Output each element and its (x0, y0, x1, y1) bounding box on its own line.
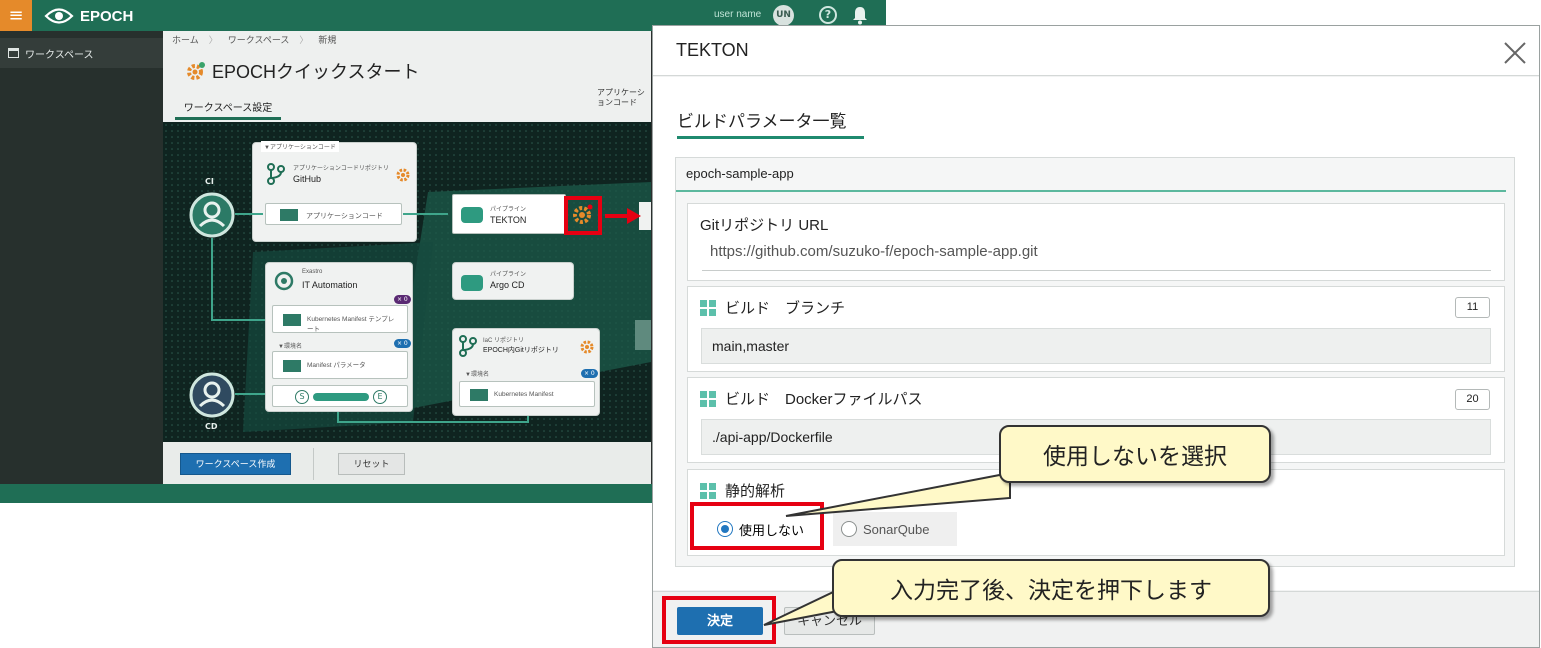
k8s-template-label: Kubernetes Manifest テンプレート (307, 316, 395, 333)
epoch-logo: EPOCH (44, 5, 133, 27)
end-marker: E (373, 390, 387, 404)
eye-logo-icon (44, 8, 74, 24)
drag-handle-icon[interactable] (700, 299, 716, 316)
build-branch-label: ビルド ブランチ (700, 297, 845, 318)
gear-icon[interactable] (579, 339, 595, 355)
close-icon[interactable] (1501, 39, 1529, 67)
pipeline-bar (313, 393, 369, 401)
tab-workspace-settings[interactable]: ワークスペース設定 (175, 95, 281, 120)
build-branch-input[interactable]: main,master (701, 328, 1491, 364)
gear-icon (187, 62, 205, 80)
argo-small-label: パイプライン (490, 272, 527, 278)
env-label: ▼環境名 (465, 372, 489, 378)
char-count-badge: 11 (1455, 297, 1490, 318)
breadcrumb-new: 新規 (318, 35, 337, 45)
status-badge: × 0 (394, 295, 411, 304)
build-branch-label-text: ビルド ブランチ (725, 300, 846, 317)
gear-icon[interactable] (569, 202, 595, 228)
tekton-pipeline-node[interactable]: パイプライン TEKTON (452, 194, 566, 234)
git-url-label-text: Gitリポジトリ URL (700, 217, 829, 234)
argo-cd-node[interactable]: パイプライン Argo CD (452, 262, 574, 300)
reset-button[interactable]: リセット (338, 453, 405, 475)
git-branch-icon (459, 335, 477, 357)
ita-label: IT Automation (302, 280, 358, 290)
git-url-underline (702, 270, 1491, 271)
tekton-label: TEKTON (490, 215, 527, 225)
folder-icon (470, 389, 488, 401)
se-pipeline-node: S E (272, 385, 408, 407)
section-title: ビルドパラメータ一覧 (677, 106, 864, 139)
pipeline-small-label: パイプライン (490, 207, 527, 213)
iac-repo-group: IaC リポジトリ EPOCH内Gitリポジトリ ▼環境名 × 0 Kubern… (452, 328, 600, 416)
it-automation-group: Exastro IT Automation × 0 Kubernetes Man… (265, 262, 413, 412)
modal-title: TEKTON (676, 40, 749, 60)
bell-icon[interactable] (851, 5, 869, 25)
pipeline-icon (461, 275, 483, 291)
k8s-template-node[interactable]: Kubernetes Manifest テンプレート (272, 305, 408, 333)
app-name: epoch-sample-app (676, 158, 1506, 192)
breadcrumb-home[interactable]: ホーム (172, 33, 199, 46)
callout-select-not-used: 使用しないを選択 (999, 425, 1271, 483)
list-icon (8, 48, 19, 58)
divider (313, 448, 314, 480)
sidebar (0, 31, 163, 503)
callout-pointer-select (785, 471, 1011, 517)
breadcrumb-workspace[interactable]: ワークスペース (228, 33, 290, 46)
dockerfile-label: ビルド Dockerファイルパス (700, 388, 923, 409)
create-workspace-button[interactable]: ワークスペース作成 (180, 453, 291, 475)
status-badge: × 0 (581, 369, 598, 378)
pipeline-icon (461, 207, 483, 223)
char-count-badge: 20 (1455, 389, 1490, 410)
iac-repo-label: EPOCH内Gitリポジトリ (483, 347, 559, 354)
breadcrumb: ホーム 〉 ワークスペース 〉 新規 (172, 33, 336, 46)
argo-label: Argo CD (490, 280, 525, 290)
status-badge: × 0 (394, 339, 411, 348)
exastro-icon (274, 271, 294, 291)
page-title: EPOCHクイックスタート (186, 58, 419, 84)
callout-submit: 入力完了後、決定を押下します (832, 559, 1270, 617)
pipeline-canvas: ▼アプリケーションコード アプリケーションコードリポジトリ GitHub アプリ… (163, 122, 651, 442)
drag-handle-icon[interactable] (700, 390, 716, 407)
red-arrow-icon (605, 208, 641, 224)
k8s-manifest-node[interactable]: Kubernetes Manifest (459, 381, 595, 407)
sidebar-item-workspace[interactable]: ワークスペース (0, 38, 163, 68)
chevron-right-icon: 〉 (208, 35, 218, 45)
sidebar-item-label: ワークスペース (25, 49, 94, 61)
dockerfile-label-text: ビルド Dockerファイルパス (725, 391, 923, 408)
brand-name: EPOCH (80, 7, 134, 25)
env-label: ▼環境名 (278, 344, 302, 350)
avatar[interactable]: UN (773, 5, 794, 26)
iac-small-label: IaC リポジトリ (483, 338, 525, 344)
hamburger-menu-icon[interactable]: ≡ (0, 0, 32, 31)
user-name: user name (714, 9, 762, 20)
folder-icon (283, 360, 301, 372)
git-url-label: Gitリポジトリ URL (700, 214, 828, 235)
exastro-small-label: Exastro (302, 269, 323, 275)
folder-icon (283, 314, 301, 326)
git-url-value: https://github.com/suzuko-f/epoch-sample… (710, 243, 1038, 260)
page-title-text: EPOCHクイックスタート (212, 62, 420, 82)
manifest-params-label: Manifest パラメータ (307, 362, 366, 369)
modal-header (653, 26, 1539, 76)
start-marker: S (295, 390, 309, 404)
manifest-params-node[interactable]: Manifest パラメータ (272, 351, 408, 379)
next-stage-node (635, 320, 651, 350)
tab-application-code[interactable]: アプリケーションコード (597, 88, 651, 108)
help-icon[interactable]: ? (819, 6, 837, 24)
k8s-manifest-label: Kubernetes Manifest (494, 391, 554, 398)
chevron-right-icon: 〉 (299, 35, 309, 45)
